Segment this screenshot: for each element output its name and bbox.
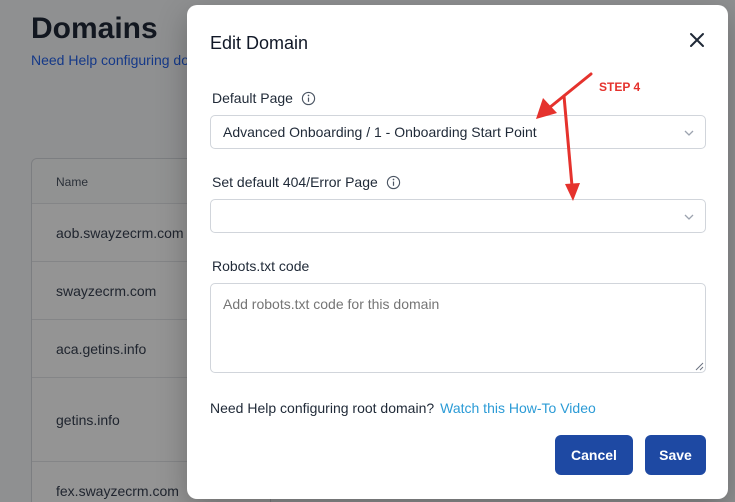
modal-title: Edit Domain xyxy=(210,33,309,53)
resize-grip-icon[interactable] xyxy=(695,362,704,371)
edit-domain-modal: Edit Domain Default Page Advanced Onboar… xyxy=(187,5,728,499)
close-button[interactable] xyxy=(688,31,706,49)
info-icon[interactable] xyxy=(386,175,401,190)
error-page-select[interactable] xyxy=(210,199,706,233)
close-icon xyxy=(690,33,704,47)
robots-textarea[interactable] xyxy=(210,283,706,373)
screen: Domains Need Help configuring do Name ao… xyxy=(0,0,735,502)
help-text: Need Help configuring root domain? xyxy=(210,400,435,416)
default-page-select[interactable]: Advanced Onboarding / 1 - Onboarding Sta… xyxy=(210,115,706,149)
info-icon[interactable] xyxy=(301,91,316,106)
error-page-label: Set default 404/Error Page xyxy=(212,174,401,190)
default-page-label: Default Page xyxy=(212,90,316,106)
error-page-label-text: Set default 404/Error Page xyxy=(212,174,378,190)
chevron-down-icon xyxy=(684,130,694,136)
chevron-down-icon xyxy=(684,214,694,220)
default-page-value: Advanced Onboarding / 1 - Onboarding Sta… xyxy=(223,124,537,140)
robots-label-text: Robots.txt code xyxy=(212,258,310,274)
how-to-video-link[interactable]: Watch this How-To Video xyxy=(440,400,596,416)
save-button[interactable]: Save xyxy=(645,435,706,475)
cancel-button[interactable]: Cancel xyxy=(555,435,633,475)
default-page-label-text: Default Page xyxy=(212,90,293,106)
step-label: STEP 4 xyxy=(599,80,641,94)
robots-label: Robots.txt code xyxy=(212,258,309,274)
help-line: Need Help configuring root domain? Watch … xyxy=(210,400,596,416)
